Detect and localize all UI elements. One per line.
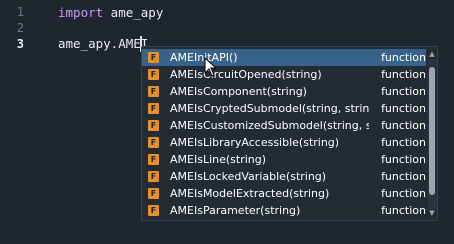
function-icon: F [148,86,159,97]
autocomplete-item-kind: function [381,119,426,132]
autocomplete-item-kind: function [381,153,426,166]
autocomplete-item-kind: function [381,170,426,183]
function-icon: F [148,103,159,114]
autocomplete-item[interactable]: F AMEIsCircuitOpened(string) function [142,66,426,83]
autocomplete-item-kind: function [381,136,426,149]
code-line-3[interactable]: ame_apy.AMEI [58,36,148,52]
autocomplete-item-kind: function [381,187,426,200]
autocomplete-popup[interactable]: F AMEInitAPI() function F AMEIsCircuitOpened… [141,46,438,221]
autocomplete-item-kind: function [381,102,426,115]
function-icon: F [148,205,159,216]
module-name: ame_apy [103,5,164,20]
code-editor[interactable]: 1 2 3 import ame_apy ame_apy.AMEI F AMEIn… [0,0,454,244]
autocomplete-item[interactable]: F AMEIsComponent(string) function [142,83,426,100]
autocomplete-item-label: AMEIsParameter(string) [170,204,301,217]
autocomplete-item[interactable]: F AMEIsLibraryAccessible(string) function [142,134,426,151]
function-icon: F [148,137,159,148]
autocomplete-item-label: AMEIsModelExtracted(string) [170,187,330,200]
scrollbar-thumb[interactable] [429,67,435,195]
autocomplete-item-kind: function [381,204,426,217]
autocomplete-item-label: AMEIsLibraryAccessible(string) [170,136,340,149]
autocomplete-item[interactable]: F AMEIsLine(string) function [142,151,426,168]
line-number-active: 3 [16,37,24,51]
autocomplete-item[interactable]: F AMEIsCryptedSubmodel(string, string) fun… [142,100,426,117]
autocomplete-item[interactable]: F AMEIsLockedVariable(string) function [142,168,426,185]
line-number: 1 [16,5,24,19]
function-icon: F [148,69,159,80]
line-number: 2 [16,21,24,35]
autocomplete-item[interactable]: F AMEIsCustomizedSubmodel(string, string)… [142,117,426,134]
function-icon: F [148,120,159,131]
autocomplete-item-label: AMEIsCircuitOpened(string) [170,68,322,81]
autocomplete-item-kind: function [381,68,426,81]
mouse-cursor-icon [204,57,218,77]
scrollbar[interactable] [428,59,436,209]
autocomplete-item-label: AMEIsLine(string) [170,153,267,166]
autocomplete-item[interactable]: F AMEInitAPI() function [142,49,426,66]
line-number-gutter: 1 2 3 [0,0,50,244]
scroll-down-arrow-icon[interactable]: ▼ [428,208,436,218]
scroll-up-arrow-icon[interactable]: ▲ [428,49,436,59]
function-icon: F [148,52,159,63]
keyword-import: import [58,5,104,20]
autocomplete-item-label: AMEIsCustomizedSubmodel(string, string) [170,119,369,132]
autocomplete-item-label: AMEIsLockedVariable(string) [170,170,327,183]
function-icon: F [148,154,159,165]
autocomplete-item-kind: function [381,85,426,98]
function-icon: F [148,171,159,182]
autocomplete-item-label: AMEInitAPI() [170,51,238,64]
autocomplete-item-kind: function [381,51,426,64]
autocomplete-item[interactable]: F AMEIsParameter(string) function [142,202,426,219]
autocomplete-item-label: AMEIsComponent(string) [170,85,307,98]
autocomplete-item-label: AMEIsCryptedSubmodel(string, string) [170,102,370,115]
autocomplete-item[interactable]: F AMEIsModelExtracted(string) function [142,185,426,202]
function-icon: F [148,188,159,199]
code-line-1[interactable]: import ame_apy [58,5,163,21]
